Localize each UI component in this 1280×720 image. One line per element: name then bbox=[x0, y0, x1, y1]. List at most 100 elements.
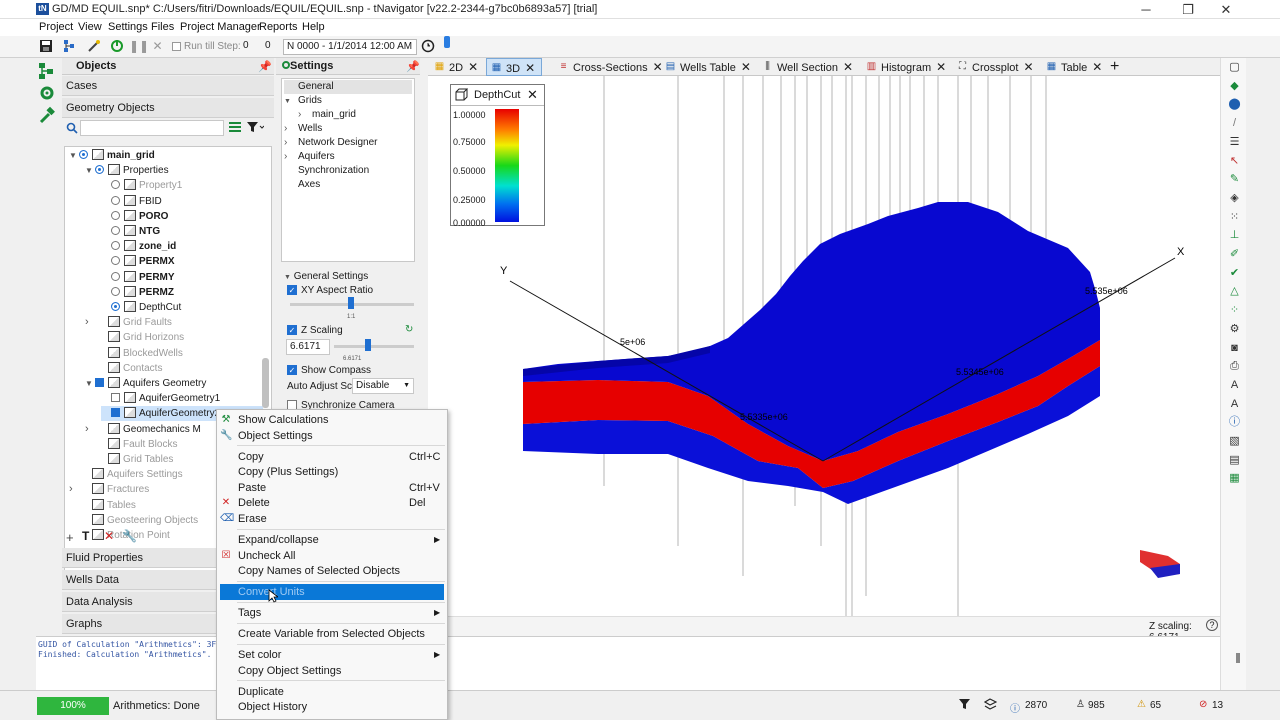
z-scaling-checkbox[interactable]: ✓ bbox=[287, 325, 297, 335]
radio-button[interactable] bbox=[111, 241, 120, 251]
remove-icon[interactable]: ✕ bbox=[104, 529, 114, 543]
pen-icon[interactable]: ✐ bbox=[1227, 247, 1242, 261]
objects-search-input[interactable] bbox=[80, 120, 224, 136]
expand-arrow-icon[interactable]: ▼ bbox=[85, 376, 95, 391]
tree-item[interactable]: FBID bbox=[101, 194, 162, 209]
refresh-icon[interactable]: ↻ bbox=[405, 324, 413, 335]
layers-icon[interactable]: ▤ bbox=[1227, 453, 1242, 467]
tab-table[interactable]: ▦ Table ✕ bbox=[1042, 58, 1103, 76]
menu-item-convert-units[interactable]: Convert Units bbox=[220, 584, 444, 601]
layers-icon[interactable] bbox=[983, 698, 998, 714]
filter-funnel-icon[interactable] bbox=[246, 121, 265, 136]
radio-button[interactable] bbox=[111, 180, 120, 190]
objects-tree-icon[interactable] bbox=[38, 62, 56, 83]
ruler-icon[interactable]: / bbox=[1227, 116, 1242, 130]
settings-tree-item[interactable]: ▼ Grids bbox=[284, 94, 322, 108]
menu-settings[interactable]: Settings bbox=[108, 21, 148, 33]
pin-icon[interactable]: 📌 bbox=[258, 60, 272, 73]
menu-files[interactable]: Files bbox=[151, 21, 174, 33]
tree-item[interactable]: › Geomechanics M bbox=[85, 422, 201, 437]
text-a2-icon[interactable]: A bbox=[1227, 397, 1242, 411]
close-tab-icon[interactable]: ✕ bbox=[843, 60, 853, 74]
tree-item[interactable]: Tables bbox=[69, 498, 136, 513]
settings-tree-item[interactable]: Axes bbox=[284, 178, 320, 192]
date-selector[interactable]: N 0000 - 1/1/2014 12:00 AM bbox=[283, 39, 417, 55]
geometry-objects-section[interactable]: Geometry Objects bbox=[62, 98, 274, 118]
show-compass-checkbox[interactable]: ✓ bbox=[287, 365, 297, 375]
tree-item[interactable]: Geosteering Objects bbox=[69, 513, 198, 528]
menu-project-manager[interactable]: Project Manager bbox=[180, 21, 261, 33]
settings-gear-icon[interactable] bbox=[38, 84, 56, 105]
log-scrollbar[interactable] bbox=[1236, 653, 1240, 663]
menu-item-set-color[interactable]: Set color ▶ bbox=[217, 647, 447, 663]
text-a-icon[interactable]: A bbox=[1227, 378, 1242, 392]
list-icon[interactable]: ☰ bbox=[1227, 135, 1242, 149]
menu-reports[interactable]: Reports bbox=[259, 21, 298, 33]
menu-item-copy-names-of-selected-objects[interactable]: Copy Names of Selected Objects bbox=[217, 563, 447, 579]
tab-histogram[interactable]: ▥ Histogram ✕ bbox=[862, 58, 950, 76]
magic-wand-icon[interactable] bbox=[86, 39, 101, 54]
camera-icon[interactable]: ◙ bbox=[1227, 341, 1242, 355]
menu-item-object-history[interactable]: Object History bbox=[217, 699, 447, 715]
tree-item[interactable]: PERMY bbox=[101, 270, 175, 285]
tree-scrollbar[interactable] bbox=[262, 358, 269, 408]
help-icon[interactable]: ? bbox=[1206, 619, 1218, 631]
second-spinbox[interactable]: 0 bbox=[262, 39, 280, 55]
3d-viewport[interactable]: Y X 5e+06 5.535e+06 5.5345e+06 5.5335e+0… bbox=[428, 76, 1220, 616]
auto-adjust-select[interactable]: Disable ▼ bbox=[352, 378, 414, 394]
z-scaling-slider-track[interactable] bbox=[334, 345, 414, 348]
settings-tree-item[interactable]: General bbox=[284, 80, 412, 94]
tree-item[interactable]: PERMZ bbox=[101, 285, 174, 300]
radio-button[interactable] bbox=[111, 195, 120, 205]
settings-small-icon[interactable]: ⚙ bbox=[1227, 322, 1242, 336]
settings-tree-item[interactable]: › Wells bbox=[284, 122, 322, 136]
radio-button[interactable] bbox=[111, 256, 120, 266]
funnel-icon[interactable] bbox=[958, 698, 971, 714]
tree-item[interactable]: NTG bbox=[101, 224, 160, 239]
menu-item-tags[interactable]: Tags ▶ bbox=[217, 605, 447, 621]
info-icon[interactable]: ⓘ bbox=[1227, 415, 1242, 429]
expand-arrow-icon[interactable]: › bbox=[298, 108, 312, 122]
pause-icon[interactable]: ❚❚ bbox=[129, 39, 149, 54]
fill-bucket-icon[interactable]: ◈ bbox=[1227, 191, 1242, 205]
radio-button[interactable] bbox=[111, 286, 120, 296]
radio-button[interactable] bbox=[111, 302, 120, 311]
menu-view[interactable]: View bbox=[78, 21, 102, 33]
3d-scene[interactable]: Y X 5e+06 5.535e+06 5.5345e+06 5.5335e+0… bbox=[428, 76, 1220, 616]
menu-item-expand-collapse[interactable]: Expand/collapse ▶ bbox=[217, 532, 447, 548]
expand-arrow-icon[interactable]: › bbox=[284, 150, 298, 164]
radio-button[interactable] bbox=[95, 165, 104, 175]
clock-icon[interactable] bbox=[420, 39, 435, 54]
check-pen-icon[interactable]: ✔ bbox=[1227, 266, 1242, 280]
settings-pin-icon[interactable]: 📌 bbox=[406, 60, 420, 73]
close-tab-icon[interactable]: ✕ bbox=[1023, 60, 1033, 74]
project-tree-icon[interactable] bbox=[61, 39, 76, 54]
tree-item[interactable]: Fault Blocks bbox=[85, 437, 177, 452]
scatter-icon[interactable]: ⁘ bbox=[1227, 303, 1242, 317]
step-spinbox[interactable]: 0 bbox=[240, 39, 258, 55]
radio-button[interactable] bbox=[111, 210, 120, 220]
cursor-pick-icon[interactable]: ↖ bbox=[1227, 154, 1242, 168]
tree-item[interactable]: › Fractures bbox=[69, 482, 149, 497]
expand-arrow-icon[interactable]: ▼ bbox=[284, 95, 298, 109]
expand-arrow-icon[interactable]: ▼ bbox=[69, 148, 79, 163]
menu-item-object-settings[interactable]: 🔧 Object Settings bbox=[217, 428, 447, 444]
color-map-icon[interactable]: ▦ bbox=[1227, 471, 1242, 485]
add-icon[interactable]: + bbox=[66, 530, 74, 545]
tab-wells-table[interactable]: ▤ Wells Table ✕ bbox=[661, 58, 755, 76]
tree-item[interactable]: AquiferGeometry1 bbox=[101, 391, 220, 406]
settings-tree-item[interactable]: Synchronization bbox=[284, 164, 369, 178]
menu-project[interactable]: Project bbox=[39, 21, 73, 33]
triangle-icon[interactable]: △ bbox=[1227, 284, 1242, 298]
stop-icon[interactable]: ✕ bbox=[150, 39, 165, 54]
close-tab-icon[interactable]: ✕ bbox=[741, 60, 751, 74]
printer-icon[interactable]: ⎙ bbox=[1227, 359, 1242, 373]
menu-item-erase[interactable]: ⌫ Erase bbox=[217, 511, 447, 527]
expand-arrow-icon[interactable]: › bbox=[85, 422, 95, 437]
tree-item[interactable]: Grid Horizons bbox=[85, 330, 184, 345]
tree-item[interactable]: zone_id bbox=[101, 239, 176, 254]
expand-arrow-icon[interactable]: ▼ bbox=[85, 163, 95, 178]
xy-aspect-checkbox[interactable]: ✓ bbox=[287, 285, 297, 295]
run-till-step-checkbox[interactable] bbox=[172, 42, 181, 51]
radio-button[interactable] bbox=[111, 271, 120, 281]
